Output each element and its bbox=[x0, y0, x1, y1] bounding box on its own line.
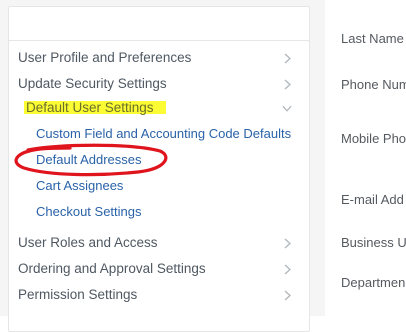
chevron-right-icon bbox=[282, 46, 292, 70]
submenu-item-label: Cart Assignees bbox=[36, 178, 124, 193]
menu-item-default-user-settings[interactable]: Default User Settings bbox=[18, 96, 303, 120]
submenu-item-custom-field-defaults[interactable]: Custom Field and Accounting Code Default… bbox=[36, 122, 291, 146]
business-unit-label: Business U bbox=[341, 235, 406, 250]
last-name-label: Last Name bbox=[341, 31, 404, 46]
submenu-item-label: Custom Field and Accounting Code Default… bbox=[36, 126, 292, 141]
chevron-down-icon bbox=[282, 96, 292, 120]
menu-item-security-settings[interactable]: Update Security Settings bbox=[18, 72, 303, 96]
submenu-item-label: Default Addresses bbox=[36, 152, 142, 167]
menu-item-user-roles[interactable]: User Roles and Access bbox=[18, 231, 303, 255]
email-address-label: E-mail Add bbox=[341, 192, 404, 207]
menu-item-label: User Roles and Access bbox=[18, 235, 158, 250]
submenu-item-label: Checkout Settings bbox=[36, 204, 142, 219]
menu-item-label: Default User Settings bbox=[26, 100, 154, 115]
menu-item-label: Update Security Settings bbox=[18, 76, 167, 91]
chevron-right-icon bbox=[282, 283, 292, 307]
chevron-right-icon bbox=[282, 231, 292, 255]
menu-item-user-profile[interactable]: User Profile and Preferences bbox=[18, 46, 303, 70]
menu-item-label: Ordering and Approval Settings bbox=[18, 261, 206, 276]
menu-item-ordering-approval[interactable]: Ordering and Approval Settings bbox=[18, 257, 303, 281]
submenu-item-checkout-settings[interactable]: Checkout Settings bbox=[36, 200, 142, 224]
chevron-right-icon bbox=[282, 72, 292, 96]
submenu-item-default-addresses[interactable]: Default Addresses bbox=[36, 148, 142, 172]
chevron-right-icon bbox=[282, 257, 292, 281]
phone-number-label: Phone Num bbox=[341, 77, 406, 92]
department-label: Departmen bbox=[341, 275, 406, 290]
user-form-area: Last Name Phone Num Mobile Pho E-mail Ad… bbox=[330, 0, 406, 316]
submenu-item-cart-assignees[interactable]: Cart Assignees bbox=[36, 174, 123, 198]
menu-item-label: User Profile and Preferences bbox=[18, 50, 192, 65]
sidebar-top-card bbox=[8, 6, 310, 42]
menu-item-permission-settings[interactable]: Permission Settings bbox=[18, 283, 303, 307]
mobile-phone-label: Mobile Pho bbox=[341, 131, 406, 146]
menu-item-label: Permission Settings bbox=[18, 287, 138, 302]
